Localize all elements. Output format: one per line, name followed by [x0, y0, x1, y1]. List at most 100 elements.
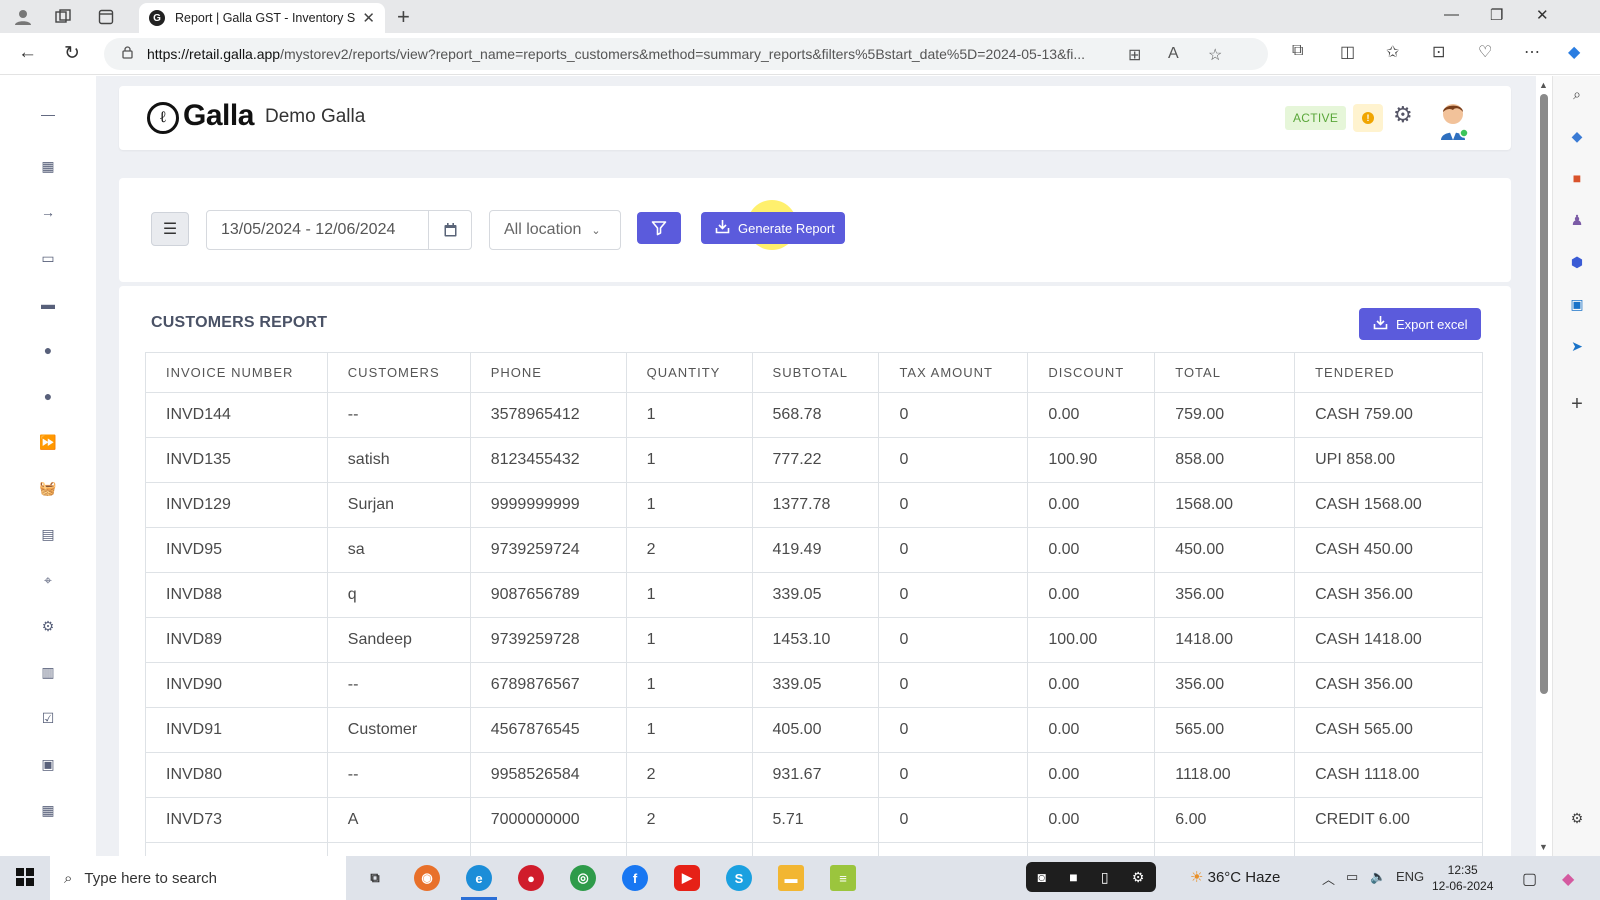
more-menu-icon[interactable]: ⋯	[1524, 42, 1540, 62]
col-header-subtotal[interactable]: SUBTOTAL	[751, 352, 880, 393]
windows-start-icon[interactable]	[16, 868, 34, 886]
filter-button[interactable]	[637, 212, 681, 244]
refresh-icon[interactable]: ↻	[64, 42, 80, 65]
scrollbar-thumb[interactable]	[1540, 94, 1548, 694]
checklist-icon[interactable]: ☑	[38, 708, 58, 728]
clock[interactable]: 12:35 12-06-2024	[1432, 862, 1493, 894]
copilot-taskbar-icon[interactable]: ◆	[1562, 869, 1574, 889]
export-excel-button[interactable]: Export excel	[1359, 308, 1481, 340]
file-explorer-icon[interactable]: ▬	[778, 865, 804, 891]
col-header-discount[interactable]: DISCOUNT	[1027, 352, 1156, 393]
collapse-sidebar-icon[interactable]: —	[38, 104, 58, 124]
calendar-icon[interactable]: ▦	[38, 800, 58, 820]
split-screen-icon[interactable]: ◫	[1340, 42, 1355, 62]
workspaces-icon[interactable]	[52, 6, 74, 28]
favorite-star-icon[interactable]: ☆	[1208, 45, 1222, 65]
minimize-icon[interactable]: —	[1444, 6, 1459, 23]
task-view-icon[interactable]: ⧉	[362, 865, 388, 891]
contacts-book-icon[interactable]: ▤	[38, 524, 58, 544]
youtube-icon[interactable]: ▶	[674, 865, 700, 891]
basket-icon[interactable]: 🧺	[38, 478, 58, 498]
col-header-customers[interactable]: CUSTOMERS	[326, 352, 471, 393]
url-bar[interactable]: https://retail.galla.app/mystorev2/repor…	[104, 38, 1268, 70]
chrome-icon[interactable]: ◎	[570, 865, 596, 891]
close-window-icon[interactable]: ✕	[1536, 6, 1549, 24]
calendar-button[interactable]	[428, 211, 471, 249]
col-header-tendered[interactable]: TENDERED	[1294, 352, 1483, 393]
browser-tab-active[interactable]: G Report | Galla GST - Inventory Softwar…	[139, 3, 385, 33]
report-file-icon[interactable]: ▥	[38, 662, 58, 682]
games-icon[interactable]: ♟	[1567, 210, 1587, 230]
firefox-icon[interactable]: ◉	[414, 865, 440, 891]
date-range-picker[interactable]	[206, 210, 472, 250]
office-icon[interactable]: ⬢	[1567, 252, 1587, 272]
cash-icon[interactable]: ▣	[38, 754, 58, 774]
arrow-right-icon[interactable]: →	[38, 202, 58, 222]
ticket-icon[interactable]: ▬	[38, 294, 58, 314]
top-header-card: ℓ Galla Demo Galla ACTIVE ! ⚙	[119, 86, 1511, 150]
volume-icon[interactable]: 🔈	[1370, 869, 1386, 885]
menu-toggle-button[interactable]: ☰	[151, 212, 189, 246]
facebook-icon[interactable]: f	[622, 865, 648, 891]
browser-essentials-icon[interactable]: ♡	[1478, 42, 1492, 62]
video-icon[interactable]: ■	[1069, 869, 1077, 885]
battery-icon[interactable]: ▭	[1346, 869, 1358, 885]
tab-actions-icon[interactable]	[95, 6, 117, 28]
favorites-icon[interactable]: ✩	[1386, 42, 1399, 62]
location-pin-icon[interactable]: ⌖	[38, 570, 58, 590]
back-icon[interactable]: ←	[18, 42, 37, 64]
sidebar-settings-icon[interactable]: ⚙	[1567, 808, 1587, 828]
date-range-input[interactable]	[207, 211, 428, 249]
scroll-up-icon[interactable]: ▲	[1539, 80, 1548, 90]
language-indicator[interactable]: ENG	[1396, 869, 1424, 884]
restore-icon[interactable]: ❐	[1490, 6, 1503, 24]
avatar[interactable]	[1431, 96, 1475, 140]
search-icon[interactable]: ⌕	[1567, 84, 1587, 104]
col-header-total[interactable]: TOTAL	[1154, 352, 1296, 393]
folder-icon[interactable]: ▭	[38, 248, 58, 268]
edge-icon[interactable]: e	[466, 865, 492, 891]
window-icon[interactable]: ▯	[1101, 869, 1109, 886]
notification-button[interactable]: !	[1353, 104, 1383, 132]
record-icon[interactable]: ●	[518, 865, 544, 891]
location-select[interactable]: All location ⌄	[489, 210, 621, 250]
settings-icon[interactable]: ⚙	[1393, 102, 1413, 128]
customer-circle-icon[interactable]: ●	[38, 386, 58, 406]
weather-widget[interactable]: ☀ 36°C Haze	[1190, 868, 1280, 886]
col-header-phone[interactable]: PHONE	[469, 352, 627, 393]
user-circle-icon[interactable]: ●	[38, 340, 58, 360]
dashboard-icon[interactable]: ▦	[38, 156, 58, 176]
settings-gear-icon[interactable]: ⚙	[38, 616, 58, 636]
close-tab-icon[interactable]: ✕	[362, 9, 375, 27]
recorder-settings-icon[interactable]: ⚙	[1132, 869, 1145, 886]
pinned-app-icon[interactable]: ≡	[830, 865, 856, 891]
send-icon[interactable]: ➤	[1567, 336, 1587, 356]
fast-forward-icon[interactable]: ⏩	[38, 432, 58, 452]
export-excel-label: Export excel	[1396, 316, 1468, 332]
skype-icon[interactable]: S	[726, 865, 752, 891]
show-hidden-icons-icon[interactable]: ︿	[1322, 869, 1335, 888]
copilot-icon[interactable]: ◆	[1568, 42, 1580, 62]
scroll-down-icon[interactable]: ▼	[1539, 842, 1548, 852]
profile-icon[interactable]	[12, 6, 34, 28]
app-available-icon[interactable]: ⊞	[1128, 45, 1141, 65]
collections-icon[interactable]: ⊡	[1432, 42, 1445, 62]
cell-total: 356.00	[1154, 662, 1296, 708]
generate-report-button[interactable]: Generate Report	[701, 212, 845, 244]
extensions-icon[interactable]: ⧉	[1292, 42, 1303, 60]
taskbar-search[interactable]: ⌕ Type here to search	[50, 856, 346, 900]
new-tab-icon[interactable]: +	[397, 4, 410, 30]
col-header-invoice-number[interactable]: INVOICE NUMBER	[145, 352, 328, 393]
camera-icon[interactable]: ◙	[1038, 869, 1046, 885]
col-header-tax-amount[interactable]: TAX AMOUNT	[878, 352, 1029, 393]
add-sidebar-app-icon[interactable]: +	[1567, 393, 1587, 415]
outlook-icon[interactable]: ▣	[1567, 294, 1587, 314]
cell-quantity: 2	[625, 752, 753, 798]
col-header-quantity[interactable]: QUANTITY	[625, 352, 753, 393]
shopping-tag-icon[interactable]: ◆	[1567, 126, 1587, 146]
page-scrollbar[interactable]: ▲ ▼	[1536, 76, 1552, 856]
notifications-icon[interactable]: ▢	[1522, 869, 1537, 889]
tools-briefcase-icon[interactable]: ■	[1567, 168, 1587, 188]
read-aloud-icon[interactable]: A	[1168, 45, 1179, 63]
screen-recorder-toolbar[interactable]: ◙ ■ ▯ ⚙	[1026, 862, 1156, 892]
